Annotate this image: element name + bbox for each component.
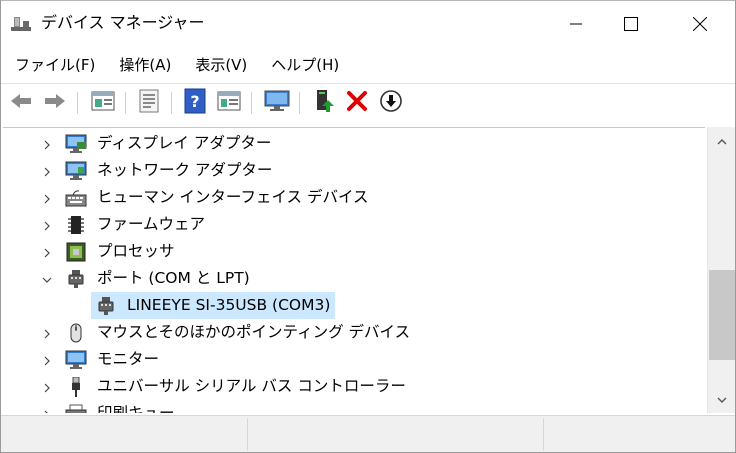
toolbar-separator <box>171 92 172 114</box>
scroll-down-button[interactable] <box>708 385 735 413</box>
firmware-chip-icon <box>65 215 87 235</box>
action-view-button[interactable] <box>215 89 243 117</box>
chevron-down-icon[interactable] <box>41 271 53 283</box>
network-adapter-icon <box>65 161 87 181</box>
uninstall-icon <box>346 90 368 116</box>
back-icon <box>9 91 33 115</box>
minimize-button[interactable] <box>553 1 599 47</box>
disable-icon <box>379 89 403 117</box>
tree-row-label: プロセッサ <box>97 242 175 260</box>
help-icon: ? <box>184 88 206 118</box>
vertical-scrollbar[interactable] <box>707 127 735 413</box>
chevron-right-icon[interactable] <box>41 136 53 150</box>
chevron-right-icon[interactable] <box>41 190 53 204</box>
chevron-up-icon <box>716 132 728 151</box>
scrollbar-thumb[interactable] <box>709 270 735 360</box>
disable-button[interactable] <box>377 89 405 117</box>
toolbar-separator <box>251 92 252 114</box>
mouse-icon <box>65 323 87 343</box>
chevron-right-icon[interactable] <box>41 325 53 339</box>
help-button[interactable]: ? <box>181 88 209 118</box>
chevron-right-icon[interactable] <box>41 379 53 393</box>
maximize-button[interactable] <box>608 1 654 47</box>
tree-row-label: マウスとそのほかのポインティング デバイス <box>97 323 411 341</box>
chevron-right-icon[interactable] <box>41 244 53 258</box>
tree-row-human-interface-devices[interactable]: ヒューマン インターフェイス デバイス <box>3 184 705 211</box>
device-tree[interactable]: ディスプレイ アダプター ネットワーク アダプター ヒューマン インターフェイス… <box>3 127 705 413</box>
properties-icon <box>91 90 115 116</box>
tree-row-label: ファームウェア <box>97 215 206 233</box>
device-manager-window: デバイス マネージャー ファイル(F) 操作(A) 表示(V) ヘルプ(H) ?… <box>0 0 736 453</box>
scan-hardware-icon <box>264 89 290 117</box>
tree-row-display-adapters[interactable]: ディスプレイ アダプター <box>3 130 705 157</box>
printer-icon <box>65 404 87 413</box>
toolbar: ? <box>1 83 735 122</box>
tree-row-monitors[interactable]: モニター <box>3 346 705 373</box>
menu-bar: ファイル(F) 操作(A) 表示(V) ヘルプ(H) <box>1 51 735 79</box>
update-view-icon <box>138 89 160 117</box>
tree-row-usb-controllers[interactable]: ユニバーサル シリアル バス コントローラー <box>3 373 705 400</box>
status-bar-segment <box>543 418 735 451</box>
menu-file[interactable]: ファイル(F) <box>1 51 103 79</box>
tree-row-label: ネットワーク アダプター <box>97 161 273 179</box>
update-driver-icon <box>314 88 336 118</box>
chevron-right-icon[interactable] <box>41 406 53 413</box>
title-bar[interactable]: デバイス マネージャー <box>1 1 735 47</box>
tree-row-label: ポート (COM と LPT) <box>97 269 250 287</box>
toolbar-separator <box>125 92 126 114</box>
tree-row-label: ディスプレイ アダプター <box>97 134 272 152</box>
forward-button[interactable] <box>41 89 69 117</box>
update-driver-button[interactable] <box>311 89 339 117</box>
window-title: デバイス マネージャー <box>41 13 205 32</box>
tree-row-ports[interactable]: ポート (COM と LPT) <box>3 265 705 292</box>
status-bar-segment <box>247 418 544 451</box>
action-view-icon <box>217 90 241 116</box>
forward-icon <box>43 91 67 115</box>
tree-row-firmware[interactable]: ファームウェア <box>3 211 705 238</box>
tree-row-network-adapters[interactable]: ネットワーク アダプター <box>3 157 705 184</box>
menu-view[interactable]: 表示(V) <box>187 51 255 79</box>
chevron-right-icon[interactable] <box>41 163 53 177</box>
tree-row-label: LINEEYE SI-35USB (COM3) <box>127 296 331 314</box>
status-bar <box>1 415 735 452</box>
device-manager-app-icon <box>11 15 31 33</box>
keyboard-icon <box>65 188 87 208</box>
tree-row-mice-pointing-devices[interactable]: マウスとそのほかのポインティング デバイス <box>3 319 705 346</box>
back-button[interactable] <box>7 89 35 117</box>
port-connector-icon <box>95 296 117 316</box>
tree-row-print-queues[interactable]: 印刷キュー <box>3 400 705 413</box>
display-adapter-icon <box>65 134 87 154</box>
chevron-right-icon[interactable] <box>41 217 53 231</box>
chevron-down-icon <box>716 390 728 409</box>
toolbar-separator <box>77 92 78 114</box>
properties-button[interactable] <box>89 89 117 117</box>
scroll-up-button[interactable] <box>708 127 735 155</box>
chevron-right-icon[interactable] <box>41 352 53 366</box>
port-connector-icon <box>65 269 87 289</box>
toolbar-separator <box>299 92 300 114</box>
monitor-icon <box>65 350 87 370</box>
tree-row-processors[interactable]: プロセッサ <box>3 238 705 265</box>
uninstall-button[interactable] <box>343 89 371 117</box>
tree-row-label: ユニバーサル シリアル バス コントローラー <box>97 377 406 395</box>
tree-row-label: モニター <box>97 350 160 368</box>
tree-row-lineeye-si-35usb[interactable]: LINEEYE SI-35USB (COM3) <box>3 292 705 319</box>
update-view-button[interactable] <box>135 89 163 117</box>
scan-hardware-button[interactable] <box>263 89 291 117</box>
processor-icon <box>65 242 87 262</box>
usb-plug-icon <box>65 376 87 397</box>
close-button[interactable] <box>677 1 723 47</box>
svg-text:?: ? <box>190 92 199 111</box>
menu-action[interactable]: 操作(A) <box>111 51 179 79</box>
tree-row-label: ヒューマン インターフェイス デバイス <box>97 188 369 206</box>
tree-row-label: 印刷キュー <box>97 404 175 413</box>
menu-help[interactable]: ヘルプ(H) <box>263 51 347 79</box>
